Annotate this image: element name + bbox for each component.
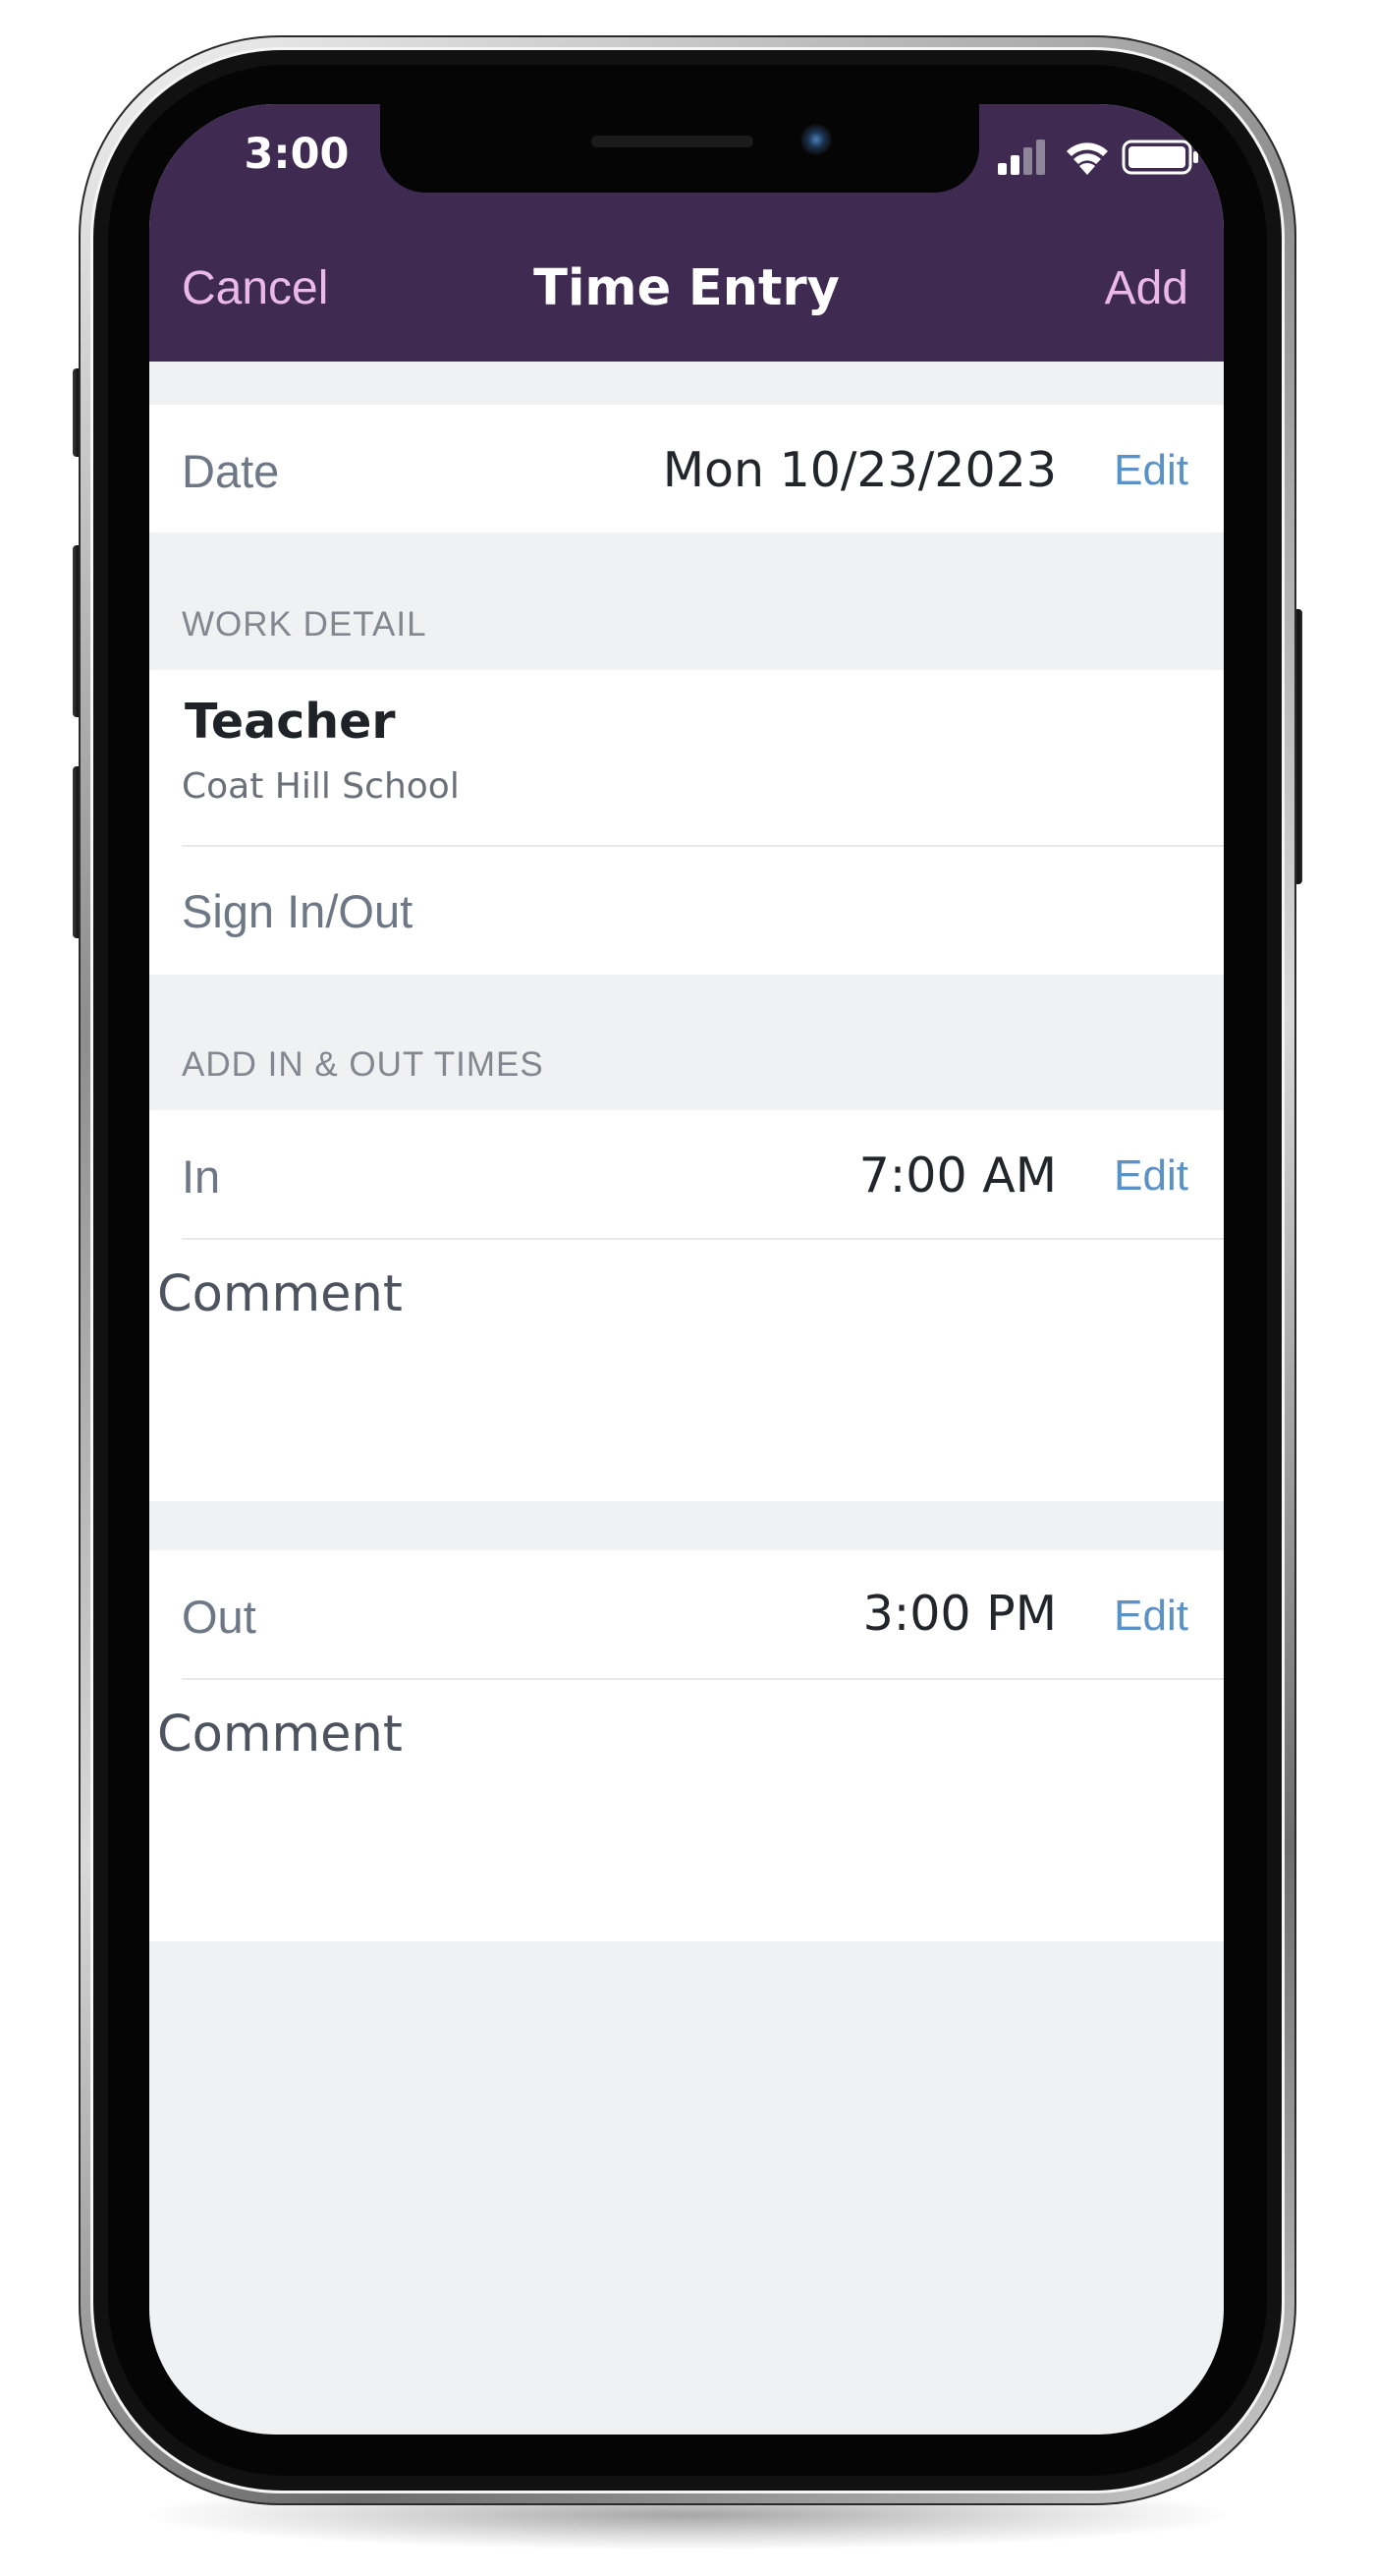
date-edit-button[interactable]: Edit: [1114, 446, 1188, 495]
phone-notch: [380, 104, 979, 193]
phone-screen: 3:00 Cancel Time Entry Add Date Mon 10/2…: [149, 104, 1224, 2435]
in-label: In: [182, 1150, 221, 1203]
divider: [182, 1678, 1224, 1680]
sign-in-out-row[interactable]: Sign In/Out: [149, 847, 1224, 975]
sign-in-out-label: Sign In/Out: [182, 885, 413, 937]
add-button[interactable]: Add: [1105, 261, 1188, 315]
navigation-bar: Cancel Time Entry Add: [149, 212, 1224, 362]
out-label: Out: [182, 1591, 256, 1643]
in-comment-label: Comment: [157, 1265, 403, 1323]
cellular-signal-icon: [998, 140, 1045, 175]
work-detail-header: WORK DETAIL: [182, 605, 427, 644]
out-time-edit-button[interactable]: Edit: [1114, 1592, 1188, 1641]
date-label: Date: [182, 445, 280, 497]
out-time-value: 3:00 PM: [862, 1586, 1057, 1642]
wifi-icon: [1067, 142, 1108, 175]
out-comment-label: Comment: [157, 1706, 403, 1764]
date-row: Date Mon 10/23/2023 Edit: [149, 405, 1224, 532]
earpiece-speaker: [591, 136, 753, 147]
status-icons: [996, 138, 1202, 177]
status-time: 3:00: [244, 130, 350, 179]
job-item[interactable]: Teacher Coat Hill School: [149, 670, 1224, 845]
cancel-button[interactable]: Cancel: [182, 261, 328, 315]
in-out-times-header: ADD IN & OUT TIMES: [182, 1045, 544, 1084]
in-comment-input[interactable]: [157, 1346, 1212, 1448]
in-time-edit-button[interactable]: Edit: [1114, 1151, 1188, 1201]
job-location: Coat Hill School: [182, 766, 460, 807]
work-detail-card: Teacher Coat Hill School Sign In/Out: [149, 670, 1224, 975]
front-camera: [800, 124, 832, 155]
in-time-value: 7:00 AM: [858, 1148, 1057, 1204]
date-value: Mon 10/23/2023: [662, 442, 1057, 498]
job-title: Teacher: [185, 694, 396, 750]
battery-icon: [1122, 140, 1198, 175]
out-comment-input[interactable]: [157, 1786, 1212, 1888]
out-time-card: Out 3:00 PM Edit Comment: [149, 1550, 1224, 1941]
divider: [182, 1238, 1224, 1240]
in-time-card: In 7:00 AM Edit Comment: [149, 1110, 1224, 1501]
